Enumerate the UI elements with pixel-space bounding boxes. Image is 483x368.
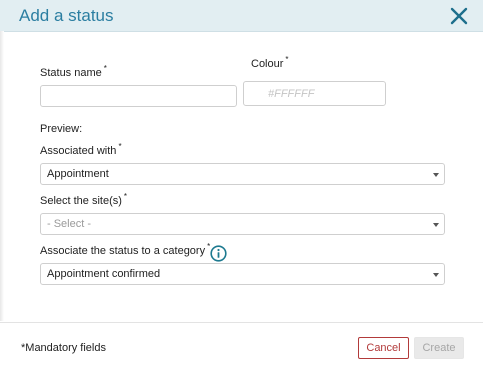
category-select[interactable]: Appointment confirmed xyxy=(40,263,445,285)
associated-with-select[interactable]: Appointment xyxy=(40,163,445,185)
category-label-text: Associate the status to a category xyxy=(40,245,206,257)
close-icon[interactable] xyxy=(449,6,469,26)
colour-input[interactable] xyxy=(243,81,386,106)
footer-divider xyxy=(0,322,483,323)
associated-with-label: Associated with * xyxy=(40,142,122,157)
status-name-input[interactable] xyxy=(40,85,237,107)
sites-required-mark: * xyxy=(123,192,128,201)
associated-with-value: Appointment xyxy=(47,168,109,180)
colour-required-mark: * xyxy=(285,55,289,64)
left-edge-shadow xyxy=(0,31,4,321)
category-value: Appointment confirmed xyxy=(47,268,161,280)
dialog-title: Add a status xyxy=(19,6,114,25)
cancel-button[interactable]: Cancel xyxy=(358,337,409,359)
status-name-required-mark: * xyxy=(103,64,107,73)
sites-label: Select the site(s) * xyxy=(40,192,128,207)
mandatory-fields-note: *Mandatory fields xyxy=(21,342,106,354)
associated-with-required-mark: * xyxy=(118,142,122,151)
colour-label: Colour * xyxy=(251,55,289,70)
sites-label-text: Select the site(s) xyxy=(40,195,122,207)
chevron-down-icon xyxy=(433,223,439,227)
chevron-down-icon xyxy=(433,173,439,177)
add-status-dialog: Add a status Colour* Status name* Previe… xyxy=(0,0,483,368)
associated-with-label-text: Associated with xyxy=(40,145,117,157)
sites-select[interactable]: - Select - xyxy=(40,213,445,235)
create-button[interactable]: Create xyxy=(414,337,464,359)
status-name-label: Status name * xyxy=(40,64,107,79)
status-name-label-text: Status name xyxy=(40,67,102,79)
category-label: Associate the status to a category * xyxy=(40,242,210,257)
chevron-down-icon xyxy=(433,273,439,277)
info-icon[interactable] xyxy=(210,245,227,262)
preview-label: Preview: xyxy=(40,123,83,135)
colour-label-text: Colour xyxy=(251,58,284,70)
sites-value: - Select - xyxy=(47,218,92,230)
dialog-header: Add a status xyxy=(0,0,483,32)
